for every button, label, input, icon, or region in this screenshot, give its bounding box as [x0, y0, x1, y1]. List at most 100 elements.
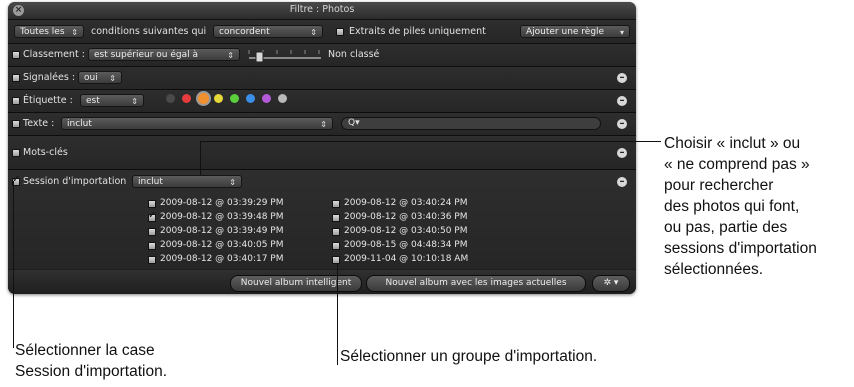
- rule-rating: Classement : est supérieur ou égal à ⇕ No…: [8, 44, 636, 67]
- toolbar-row: Toutes les ⇕ conditions suivantes qui con…: [8, 20, 636, 44]
- callout-line-right-v: [200, 141, 201, 175]
- label-color-swatch[interactable]: [246, 94, 255, 103]
- session-date-label: 2009-08-12 @ 03:39:49 PM: [160, 226, 284, 236]
- new-smart-album-button[interactable]: Nouvel album intelligent: [230, 275, 362, 292]
- callout-line-right-h: [200, 141, 661, 142]
- rating-operator-value: est supérieur ou égal à: [94, 50, 198, 60]
- callout-line-left: [13, 181, 14, 348]
- callout-right-line: sessions d'importation: [664, 240, 817, 257]
- label-color-swatch[interactable]: [214, 94, 223, 103]
- session-checkbox[interactable]: [332, 214, 340, 222]
- label-color-swatch[interactable]: [198, 93, 209, 104]
- session-date-label: 2009-08-15 @ 04:48:34 PM: [344, 240, 468, 250]
- match-value: concordent: [219, 27, 270, 37]
- conditions-label: conditions suivantes qui: [91, 26, 207, 37]
- popup-arrows-icon: ⇕: [71, 28, 78, 37]
- popup-arrows-icon: ⇕: [227, 51, 234, 60]
- stack-picks-label: Extraits de piles uniquement: [349, 26, 486, 37]
- remove-rule-icon[interactable]: –: [617, 73, 627, 83]
- session-checkbox[interactable]: [148, 256, 156, 264]
- callout-bottom-left-line: Sélectionner la case: [15, 342, 155, 359]
- scope-popup[interactable]: Toutes les ⇕: [14, 25, 84, 38]
- scope-value: Toutes les: [20, 27, 65, 37]
- popup-arrows-icon: ⇕: [320, 120, 327, 129]
- flagged-label: Signalées :: [23, 72, 76, 83]
- session-checkbox[interactable]: [148, 200, 156, 208]
- window-title: Filtre : Photos: [289, 4, 355, 15]
- label-checkbox[interactable]: [12, 97, 20, 105]
- session-date-label: 2009-08-12 @ 03:39:29 PM: [160, 198, 284, 208]
- callout-right-line: ou pas, partie des: [664, 219, 788, 236]
- rule-text: Texte : inclut ⇕ Q▾ –: [8, 113, 636, 136]
- rating-label: Classement :: [23, 49, 85, 60]
- callout-bottom-mid: Sélectionner un groupe d'importation.: [340, 348, 598, 365]
- rating-checkbox[interactable]: [12, 51, 20, 59]
- label-color-swatch[interactable]: [278, 94, 287, 103]
- flagged-value: oui: [84, 73, 98, 83]
- rule-flagged: Signalées : oui ⇕ –: [8, 67, 636, 90]
- keywords-checkbox[interactable]: [12, 149, 20, 157]
- label-color-swatch[interactable]: [182, 94, 191, 103]
- keywords-label: Mots-clés: [23, 147, 68, 158]
- remove-rule-icon[interactable]: –: [617, 177, 627, 187]
- match-popup[interactable]: concordent ⇕: [213, 25, 323, 38]
- callout-right-line: « ne comprend pas »: [664, 156, 810, 173]
- label-color-swatch[interactable]: [262, 94, 271, 103]
- rule-label: Étiquette : est ⇕ –: [8, 90, 636, 113]
- title-bar: × Filtre : Photos: [8, 2, 636, 20]
- session-date-label: 2009-08-12 @ 03:40:50 PM: [344, 226, 468, 236]
- session-date-label: 2009-08-12 @ 03:40:17 PM: [160, 254, 284, 264]
- text-operator-popup[interactable]: inclut ⇕: [61, 117, 333, 130]
- session-checkbox[interactable]: [332, 228, 340, 236]
- session-checkbox[interactable]: [332, 200, 340, 208]
- chevron-down-icon: ▾: [619, 28, 624, 37]
- import-session-operator-value: inclut: [138, 177, 163, 187]
- add-rule-label: Ajouter une règle: [526, 27, 605, 37]
- session-date-label: 2009-11-04 @ 10:10:18 AM: [344, 254, 469, 264]
- rating-operator-popup[interactable]: est supérieur ou égal à ⇕: [88, 48, 240, 61]
- popup-arrows-icon: ⇕: [131, 97, 138, 106]
- stack-picks-checkbox[interactable]: [336, 28, 344, 36]
- session-date-label: 2009-08-12 @ 03:39:48 PM: [160, 212, 284, 222]
- label-label: Étiquette :: [23, 95, 73, 106]
- callout-right-line: des photos qui font,: [664, 198, 800, 215]
- label-color-swatch[interactable]: [166, 94, 175, 103]
- remove-rule-icon[interactable]: –: [617, 148, 627, 158]
- label-operator-popup[interactable]: est ⇕: [80, 94, 144, 107]
- text-label: Texte :: [23, 118, 55, 129]
- text-search-field[interactable]: Q▾: [341, 117, 601, 130]
- rule-import-session: Session d'importation inclut ⇕ – 2009-08-…: [8, 170, 636, 269]
- session-checkbox[interactable]: [148, 228, 156, 236]
- flagged-checkbox[interactable]: [12, 74, 20, 82]
- flagged-popup[interactable]: oui ⇕: [78, 71, 122, 84]
- session-date-label: 2009-08-12 @ 03:40:24 PM: [344, 198, 468, 208]
- session-checkbox[interactable]: [148, 242, 156, 250]
- import-session-operator-popup[interactable]: inclut ⇕: [132, 175, 242, 188]
- session-checkbox[interactable]: [332, 242, 340, 250]
- import-session-label: Session d'importation: [23, 176, 127, 187]
- text-checkbox[interactable]: [12, 120, 20, 128]
- label-color-swatch[interactable]: [230, 94, 239, 103]
- rating-slider[interactable]: [245, 48, 325, 64]
- bottom-bar: Nouvel album intelligent Nouvel album av…: [8, 270, 636, 294]
- remove-rule-icon[interactable]: –: [617, 96, 627, 106]
- remove-rule-icon[interactable]: –: [617, 119, 627, 129]
- callout-right-line: sélectionnées.: [664, 261, 764, 278]
- session-date-label: 2009-08-12 @ 03:40:05 PM: [160, 240, 284, 250]
- action-menu-icon[interactable]: ✲ ▾: [592, 275, 630, 292]
- callout-bottom-left-line: Session d'importation.: [15, 363, 168, 380]
- callout-right-line: Choisir « inclut » ou: [664, 135, 801, 152]
- session-date-label: 2009-08-12 @ 03:40:36 PM: [344, 212, 468, 222]
- new-album-current-button[interactable]: Nouvel album avec les images actuelles: [366, 275, 586, 292]
- label-operator-value: est: [86, 96, 100, 106]
- session-checkbox[interactable]: [332, 256, 340, 264]
- popup-arrows-icon: ⇕: [310, 28, 317, 37]
- popup-arrows-icon: ⇕: [109, 74, 116, 83]
- search-icon: Q▾: [348, 118, 360, 128]
- add-rule-popup[interactable]: Ajouter une règle ▾: [520, 25, 630, 38]
- callout-line-mid: [337, 263, 338, 365]
- callout-bottom-left: Sélectionner la case Session d'importati…: [15, 340, 167, 382]
- session-checkbox[interactable]: [148, 210, 156, 222]
- rating-value: Non classé: [328, 49, 380, 60]
- callout-right: Choisir « inclut » ou « ne comprend pas …: [664, 133, 817, 280]
